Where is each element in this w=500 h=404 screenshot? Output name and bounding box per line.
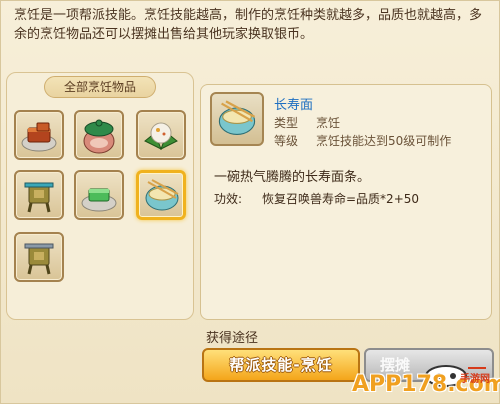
item-name: 长寿面	[274, 98, 314, 113]
level-label: 等级	[274, 134, 299, 148]
effect-value: 恢复召唤兽寿命=品质*2+50	[262, 192, 420, 206]
longevity-noodles-icon	[218, 100, 256, 135]
watermark-subtext: 手游网	[460, 374, 490, 385]
item-slot-gourd-jar[interactable]	[74, 110, 124, 160]
bronze-vessel-icon	[24, 182, 54, 213]
green-tofu-icon	[81, 188, 117, 212]
type-label: 类型	[274, 116, 299, 130]
item-slot-braised-pork[interactable]	[14, 110, 64, 160]
effect-label: 功效:	[214, 192, 243, 206]
item-slot-longevity-noodles[interactable]	[136, 170, 186, 220]
rice-ball-icon	[144, 122, 178, 151]
type-value: 烹饪	[316, 116, 341, 130]
all-cooking-items-title: 全部烹饪物品	[44, 76, 156, 98]
detail-item-slot	[210, 92, 264, 146]
bronze-tripod-icon	[24, 243, 54, 275]
item-slot-bronze-vessel[interactable]	[14, 170, 64, 220]
skill-description: 烹饪是一项帮派技能。烹饪技能越高，制作的烹饪种类就越多，品质也就越高，多余的烹饪…	[14, 8, 483, 42]
acquisition-title: 获得途径	[206, 331, 259, 346]
item-description: 一碗热气腾腾的长寿面条。	[214, 170, 371, 185]
item-slot-green-tofu[interactable]	[74, 170, 124, 220]
level-value: 烹饪技能达到50级可制作	[316, 134, 452, 148]
guild-skill-cooking-button[interactable]: 帮派技能-烹饪	[202, 348, 360, 382]
item-slot-bronze-tripod[interactable]	[14, 232, 64, 282]
gourd-jar-icon	[83, 119, 115, 154]
braised-pork-icon	[21, 122, 57, 152]
longevity-noodles-icon	[145, 179, 179, 211]
item-slot-rice-ball[interactable]	[136, 110, 186, 160]
